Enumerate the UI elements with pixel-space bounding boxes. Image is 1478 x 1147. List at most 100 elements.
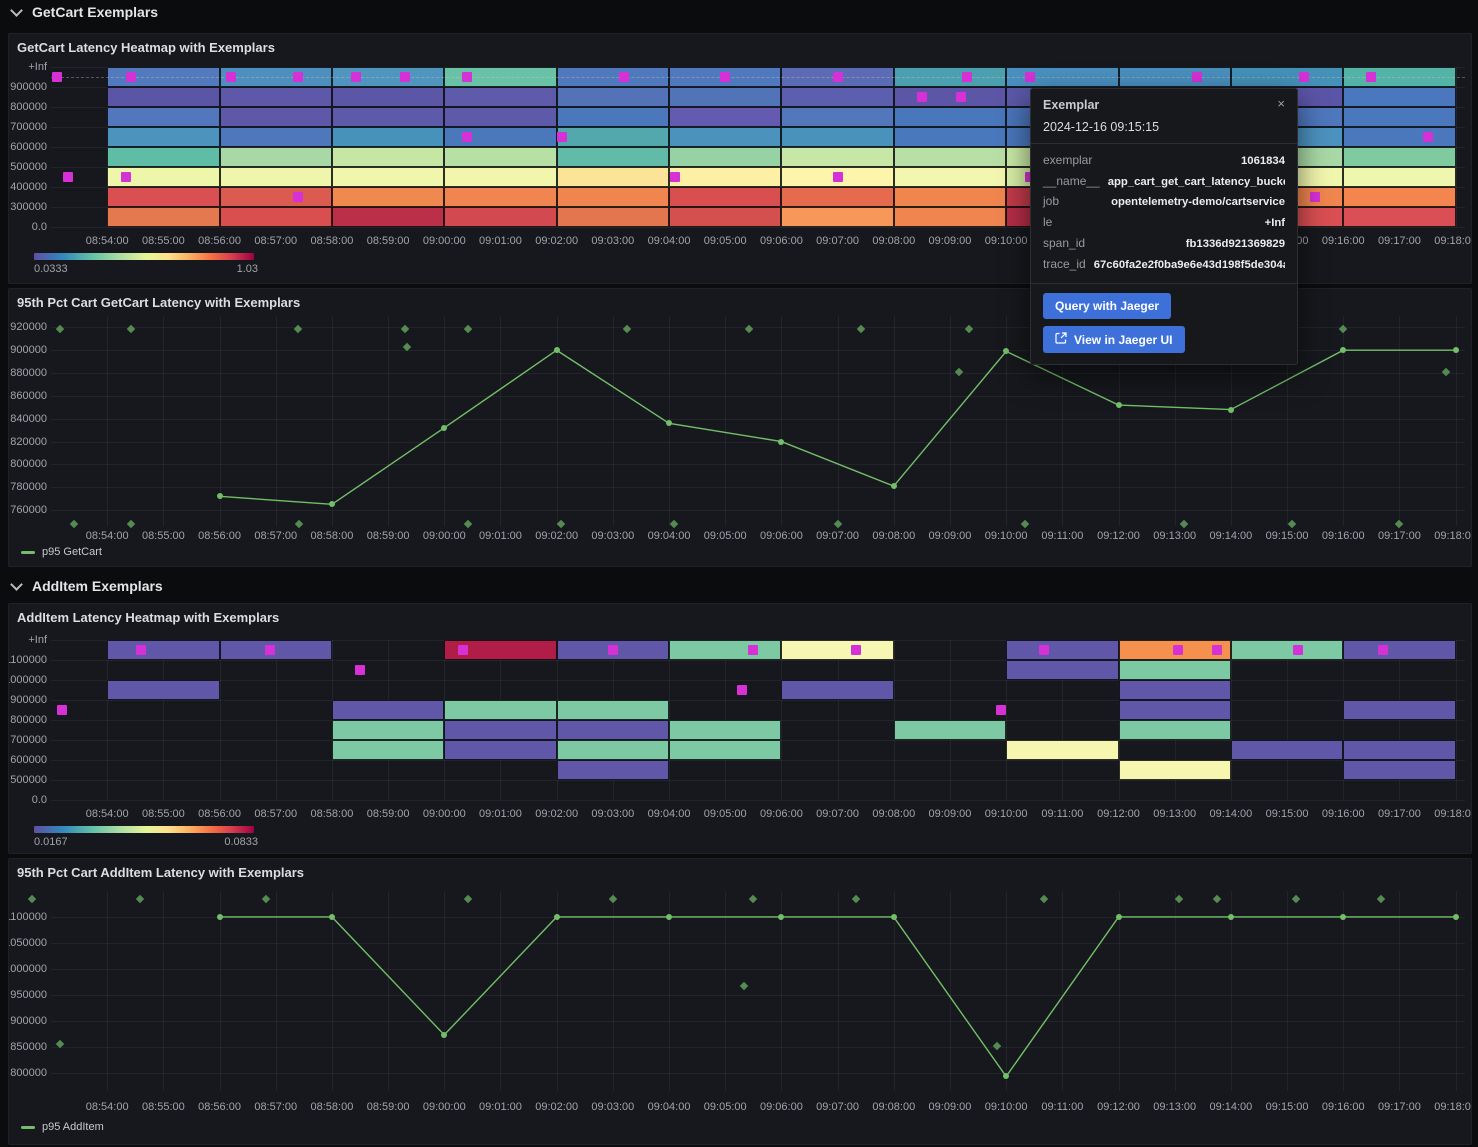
query-with-jaeger-button[interactable]: Query with Jaeger — [1043, 293, 1171, 319]
heatmap-cell[interactable] — [557, 700, 669, 720]
heatmap-cell[interactable] — [1343, 640, 1455, 660]
heatmap-cell[interactable] — [781, 207, 893, 227]
exemplar-marker[interactable] — [670, 172, 680, 182]
exemplar-marker[interactable] — [355, 665, 365, 675]
heatmap-cell[interactable] — [894, 147, 1006, 167]
heatmap-cell[interactable] — [781, 87, 893, 107]
view-in-jaeger-ui-button[interactable]: View in Jaeger UI — [1043, 326, 1185, 353]
series-point[interactable] — [778, 914, 784, 920]
series-point[interactable] — [1340, 347, 1346, 353]
heatmap-cell[interactable] — [557, 187, 669, 207]
heatmap-cell[interactable] — [220, 127, 332, 147]
heatmap-cell[interactable] — [1231, 640, 1343, 660]
heatmap-cell[interactable] — [220, 147, 332, 167]
exemplar-marker[interactable] — [1192, 72, 1202, 82]
heatmap-cell[interactable] — [669, 720, 781, 740]
heatmap-cell[interactable] — [894, 187, 1006, 207]
series-point[interactable] — [1116, 402, 1122, 408]
heatmap-cell[interactable] — [894, 720, 1006, 740]
heatmap-cell[interactable] — [1006, 740, 1118, 760]
exemplar-marker[interactable] — [351, 72, 361, 82]
exemplar-marker[interactable] — [1212, 645, 1222, 655]
heatmap-cell[interactable] — [332, 207, 444, 227]
exemplar-marker[interactable] — [462, 72, 472, 82]
section-header-additem[interactable]: AddItem Exemplars — [8, 574, 163, 598]
heatmap-cell[interactable] — [220, 187, 332, 207]
exemplar-marker[interactable] — [57, 705, 67, 715]
panel-title[interactable]: 95th Pct Cart GetCart Latency with Exemp… — [17, 295, 300, 310]
heatmap-cell[interactable] — [669, 640, 781, 660]
series-point[interactable] — [441, 1032, 447, 1038]
heatmap-cell[interactable] — [107, 680, 219, 700]
panel-title[interactable]: GetCart Latency Heatmap with Exemplars — [17, 40, 275, 55]
series-point[interactable] — [554, 347, 560, 353]
exemplar-marker[interactable] — [608, 645, 618, 655]
heatmap-cell[interactable] — [444, 147, 556, 167]
series-point[interactable] — [1228, 914, 1234, 920]
heatmap-cell[interactable] — [332, 700, 444, 720]
heatmap-cell[interactable] — [781, 147, 893, 167]
heatmap-cell[interactable] — [1343, 127, 1455, 147]
heatmap-cell[interactable] — [781, 187, 893, 207]
heatmap-cell[interactable] — [332, 187, 444, 207]
heatmap-cell[interactable] — [894, 207, 1006, 227]
heatmap-cell[interactable] — [332, 107, 444, 127]
series-point[interactable] — [1116, 914, 1122, 920]
heatmap-cell[interactable] — [669, 107, 781, 127]
series-point[interactable] — [891, 483, 897, 489]
heatmap-cell[interactable] — [107, 207, 219, 227]
exemplar-marker[interactable] — [1378, 645, 1388, 655]
exemplar-marker[interactable] — [1310, 192, 1320, 202]
heatmap-cell[interactable] — [1343, 760, 1455, 780]
heatmap-cell[interactable] — [669, 740, 781, 760]
heatmap-cell[interactable] — [1231, 740, 1343, 760]
heatmap-cell[interactable] — [669, 167, 781, 187]
heatmap-cell[interactable] — [669, 207, 781, 227]
exemplar-marker[interactable] — [400, 72, 410, 82]
heatmap-cell[interactable] — [1343, 740, 1455, 760]
exemplar-marker[interactable] — [1039, 645, 1049, 655]
series-point[interactable] — [666, 914, 672, 920]
heatmap-cell[interactable] — [1343, 207, 1455, 227]
heatmap-cell[interactable] — [444, 167, 556, 187]
heatmap-cell[interactable] — [1119, 760, 1231, 780]
exemplar-marker[interactable] — [1293, 645, 1303, 655]
section-header-getcart[interactable]: GetCart Exemplars — [8, 0, 158, 24]
series-point[interactable] — [1453, 347, 1459, 353]
heatmap-cell[interactable] — [107, 107, 219, 127]
series-point[interactable] — [554, 914, 560, 920]
heatmap-cell[interactable] — [107, 147, 219, 167]
series-point[interactable] — [329, 501, 335, 507]
heatmap-cell[interactable] — [107, 87, 219, 107]
heatmap-cell[interactable] — [894, 87, 1006, 107]
heatmap-cell[interactable] — [557, 760, 669, 780]
exemplar-marker[interactable] — [52, 72, 62, 82]
heatmap-cell[interactable] — [332, 87, 444, 107]
heatmap-cell[interactable] — [107, 187, 219, 207]
heatmap-cell[interactable] — [444, 207, 556, 227]
exemplar-marker[interactable] — [293, 192, 303, 202]
exemplar-marker[interactable] — [833, 172, 843, 182]
heatmap-cell[interactable] — [220, 167, 332, 187]
heatmap-cell[interactable] — [1343, 107, 1455, 127]
heatmap-cell[interactable] — [894, 127, 1006, 147]
heatmap-cell[interactable] — [669, 147, 781, 167]
heatmap-cell[interactable] — [220, 107, 332, 127]
exemplar-marker[interactable] — [121, 172, 131, 182]
heatmap-cell[interactable] — [332, 720, 444, 740]
heatmap-cell[interactable] — [781, 680, 893, 700]
exemplar-marker[interactable] — [1299, 72, 1309, 82]
series-point[interactable] — [666, 420, 672, 426]
heatmap-cell[interactable] — [557, 740, 669, 760]
exemplar-marker[interactable] — [462, 132, 472, 142]
exemplar-marker[interactable] — [265, 645, 275, 655]
heatmap-cell[interactable] — [444, 87, 556, 107]
exemplar-marker[interactable] — [126, 72, 136, 82]
heatmap-cell[interactable] — [557, 87, 669, 107]
series-point[interactable] — [1228, 407, 1234, 413]
heatmap-cell[interactable] — [1006, 640, 1118, 660]
exemplar-marker[interactable] — [557, 132, 567, 142]
heatmap-cell[interactable] — [220, 640, 332, 660]
exemplar-marker[interactable] — [1423, 132, 1433, 142]
series-point[interactable] — [1453, 914, 1459, 920]
